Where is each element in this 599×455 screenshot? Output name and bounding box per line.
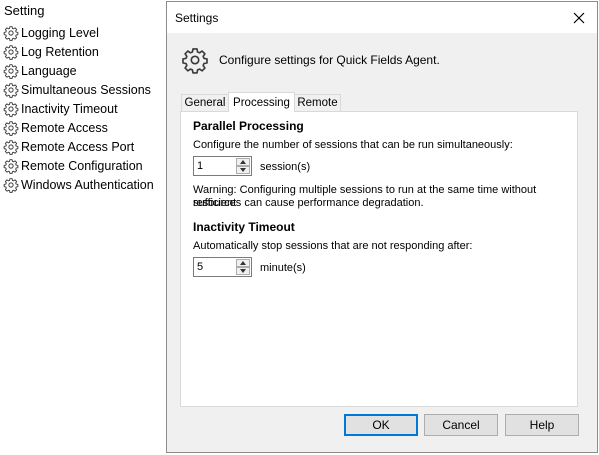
settings-dialog: Settings Configure settings for Quick Fi… bbox=[166, 1, 598, 453]
settings-list-panel: Setting Logging Level Log Retention Lang… bbox=[0, 0, 166, 455]
settings-list-item-label: Log Retention bbox=[21, 44, 99, 59]
arrow-up-icon bbox=[240, 160, 246, 164]
tab-label: General bbox=[184, 97, 226, 109]
dialog-titlebar[interactable]: Settings bbox=[167, 2, 597, 33]
arrow-up-icon bbox=[240, 261, 246, 265]
settings-list-title: Setting bbox=[4, 3, 45, 18]
settings-list-item-logging-level[interactable]: Logging Level bbox=[3, 23, 154, 42]
dialog-header-text: Configure settings for Quick Fields Agen… bbox=[219, 53, 440, 67]
settings-list-item-label: Logging Level bbox=[21, 25, 99, 40]
gear-icon bbox=[3, 63, 19, 79]
settings-list-item-windows-authentication[interactable]: Windows Authentication bbox=[3, 175, 154, 194]
settings-list-item-simultaneous-sessions[interactable]: Simultaneous Sessions bbox=[3, 80, 154, 99]
cancel-button[interactable]: Cancel bbox=[424, 414, 498, 436]
sessions-value[interactable]: 1 bbox=[197, 160, 203, 172]
inactivity-timeout-heading: Inactivity Timeout bbox=[193, 220, 295, 234]
settings-list: Logging Level Log Retention Language Sim… bbox=[3, 23, 154, 194]
help-button-label: Help bbox=[529, 418, 555, 432]
ok-button[interactable]: OK bbox=[344, 414, 418, 436]
cancel-button-label: Cancel bbox=[442, 418, 480, 432]
settings-list-item-label: Windows Authentication bbox=[21, 177, 154, 192]
gear-icon bbox=[3, 44, 19, 60]
timeout-value[interactable]: 5 bbox=[197, 261, 203, 273]
sessions-increment-button[interactable] bbox=[236, 158, 250, 166]
dialog-title: Settings bbox=[175, 11, 219, 25]
timeout-stepper-buttons bbox=[236, 259, 250, 275]
settings-list-item-label: Remote Access Port bbox=[21, 139, 135, 154]
help-button[interactable]: Help bbox=[505, 414, 579, 436]
parallel-processing-description: Configure the number of sessions that ca… bbox=[193, 139, 513, 151]
close-icon bbox=[573, 12, 585, 23]
gear-icon bbox=[3, 25, 19, 41]
gear-icon bbox=[3, 120, 19, 136]
processing-tab-panel: Parallel Processing Configure the number… bbox=[180, 111, 578, 407]
settings-list-item-language[interactable]: Language bbox=[3, 61, 154, 80]
gear-icon bbox=[3, 82, 19, 98]
dialog-header: Configure settings for Quick Fields Agen… bbox=[181, 46, 440, 74]
sessions-unit-label: session(s) bbox=[260, 161, 311, 173]
gear-icon bbox=[181, 46, 209, 74]
timeout-increment-button[interactable] bbox=[236, 259, 250, 267]
gear-icon bbox=[3, 139, 19, 155]
timeout-stepper[interactable]: 5 bbox=[193, 257, 252, 277]
tab-processing[interactable]: Processing bbox=[228, 92, 295, 112]
sessions-stepper-buttons bbox=[236, 158, 250, 174]
settings-list-item-label: Inactivity Timeout bbox=[21, 101, 118, 116]
gear-icon bbox=[3, 101, 19, 117]
tab-label: Remote bbox=[297, 97, 338, 109]
arrow-down-icon bbox=[240, 168, 246, 172]
settings-list-item-label: Remote Access bbox=[21, 120, 108, 135]
parallel-processing-heading: Parallel Processing bbox=[193, 119, 304, 133]
settings-list-item-remote-access-port[interactable]: Remote Access Port bbox=[3, 137, 154, 156]
inactivity-timeout-description: Automatically stop sessions that are not… bbox=[193, 240, 473, 252]
settings-list-item-label: Language bbox=[21, 63, 77, 78]
timeout-decrement-button[interactable] bbox=[236, 267, 250, 275]
sessions-decrement-button[interactable] bbox=[236, 166, 250, 174]
ok-button-label: OK bbox=[372, 418, 390, 432]
gear-icon bbox=[3, 177, 19, 193]
arrow-down-icon bbox=[240, 269, 246, 273]
settings-list-item-remote-configuration[interactable]: Remote Configuration bbox=[3, 156, 154, 175]
tab-general[interactable]: General bbox=[181, 94, 229, 111]
settings-list-item-label: Remote Configuration bbox=[21, 158, 143, 173]
tab-remote[interactable]: Remote bbox=[294, 94, 341, 111]
tab-label: Processing bbox=[233, 96, 290, 109]
settings-list-item-label: Simultaneous Sessions bbox=[21, 82, 151, 97]
close-button[interactable] bbox=[561, 2, 597, 33]
settings-list-item-log-retention[interactable]: Log Retention bbox=[3, 42, 154, 61]
warning-line-2: resources can cause performance degradat… bbox=[193, 197, 424, 209]
timeout-unit-label: minute(s) bbox=[260, 262, 306, 274]
settings-list-item-inactivity-timeout[interactable]: Inactivity Timeout bbox=[3, 99, 154, 118]
settings-list-item-remote-access[interactable]: Remote Access bbox=[3, 118, 154, 137]
sessions-stepper[interactable]: 1 bbox=[193, 156, 252, 176]
gear-icon bbox=[3, 158, 19, 174]
